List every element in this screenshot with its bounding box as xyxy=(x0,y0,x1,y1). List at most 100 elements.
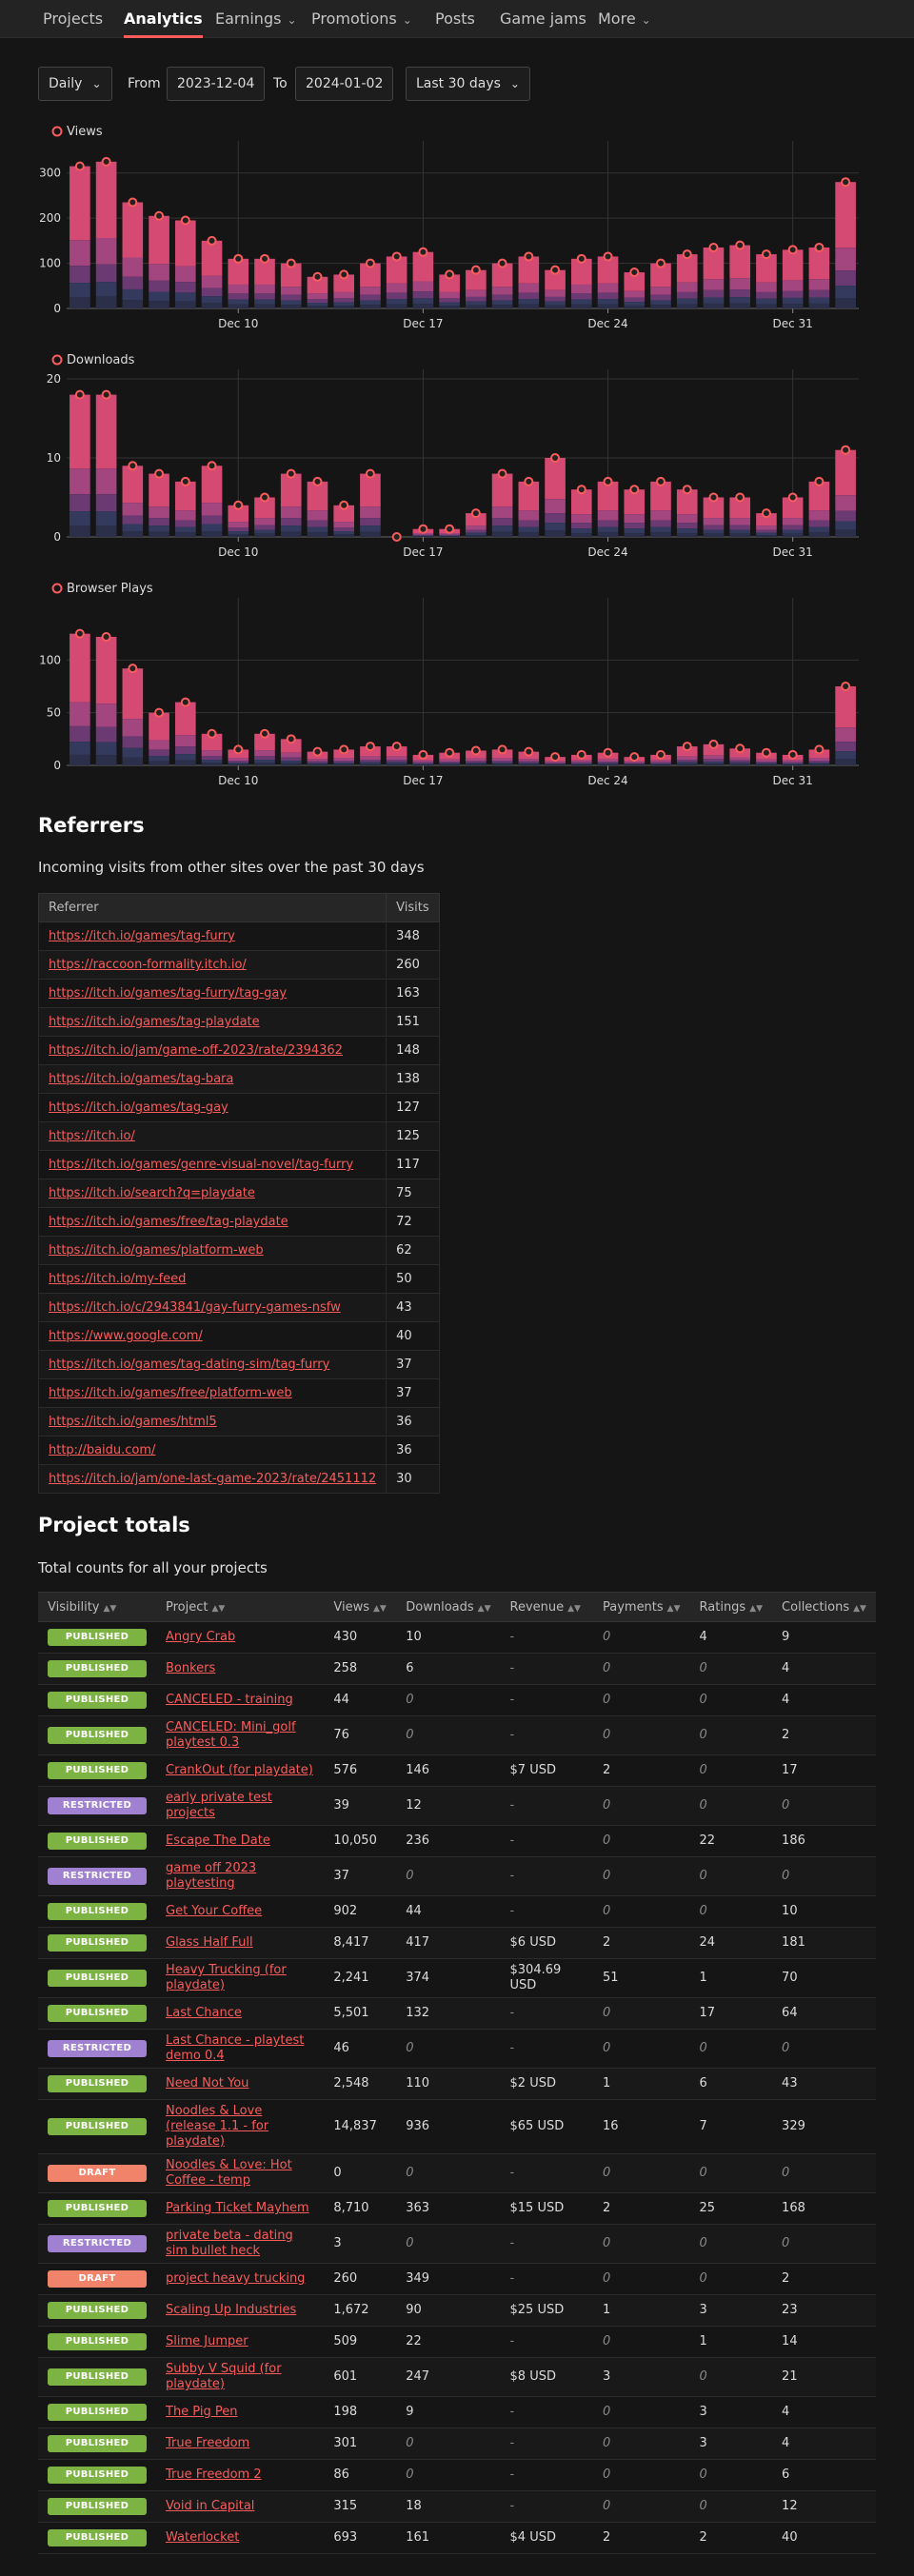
project-link[interactable]: project heavy trucking xyxy=(166,2271,305,2286)
bar[interactable] xyxy=(412,251,434,308)
bar[interactable] xyxy=(333,274,355,308)
bar[interactable] xyxy=(808,481,830,537)
project-link[interactable]: private beta - dating sim bullet heck xyxy=(166,2229,293,2258)
project-link[interactable]: game off 2023 playtesting xyxy=(166,1861,256,1891)
bar[interactable] xyxy=(174,220,196,308)
bar[interactable] xyxy=(597,481,619,537)
bar[interactable] xyxy=(782,249,804,308)
project-link[interactable]: True Freedom 2 xyxy=(166,2467,262,2482)
to-date-input[interactable]: 2024-01-02 xyxy=(295,67,394,101)
bar[interactable] xyxy=(597,256,619,308)
column-header-payments[interactable]: Payments ▲▼ xyxy=(592,1592,690,1622)
bar[interactable] xyxy=(386,256,407,308)
bar[interactable] xyxy=(518,481,540,537)
bar[interactable] xyxy=(122,466,144,537)
bar[interactable] xyxy=(676,254,698,308)
bar[interactable] xyxy=(201,240,223,308)
project-link[interactable]: Heavy Trucking (for playdate) xyxy=(166,1963,287,1992)
bar[interactable] xyxy=(624,272,646,308)
project-link[interactable]: CANCELED: Mini_golf playtest 0.3 xyxy=(166,1720,296,1750)
bar[interactable] xyxy=(70,166,90,308)
column-header-collections[interactable]: Collections ▲▼ xyxy=(772,1592,876,1622)
project-link[interactable]: The Pig Pen xyxy=(166,2405,237,2419)
referrer-link[interactable]: https://itch.io/games/tag-dating-sim/tag… xyxy=(49,1357,329,1372)
nav-item-posts[interactable]: Posts xyxy=(435,0,475,38)
project-link[interactable]: early private test projects xyxy=(166,1791,272,1820)
project-link[interactable]: True Freedom xyxy=(166,2436,249,2450)
project-link[interactable]: Angry Crab xyxy=(166,1630,235,1644)
bar[interactable] xyxy=(439,274,460,308)
project-link[interactable]: Need Not You xyxy=(166,2076,248,2091)
bar[interactable] xyxy=(70,633,90,765)
bar[interactable] xyxy=(149,215,169,308)
bar[interactable] xyxy=(149,712,169,765)
bar[interactable] xyxy=(729,245,751,308)
project-link[interactable]: Bonkers xyxy=(166,1661,215,1675)
bar[interactable] xyxy=(466,269,487,308)
referrer-link[interactable]: https://itch.io/my-feed xyxy=(49,1272,186,1286)
project-link[interactable]: Waterlocket xyxy=(166,2530,239,2545)
bar[interactable] xyxy=(491,473,513,537)
project-link[interactable]: Noodles & Love: Hot Coffee - temp xyxy=(166,2158,292,2188)
bar[interactable] xyxy=(254,258,275,308)
referrer-link[interactable]: https://itch.io/search?q=playdate xyxy=(49,1186,255,1200)
bar[interactable] xyxy=(545,458,566,537)
bar[interactable] xyxy=(518,256,540,308)
project-link[interactable]: Escape The Date xyxy=(166,1833,270,1848)
bar[interactable] xyxy=(491,263,513,308)
column-header-views[interactable]: Views ▲▼ xyxy=(324,1592,397,1622)
project-link[interactable]: CANCELED - training xyxy=(166,1693,293,1707)
project-link[interactable]: Noodles & Love (release 1.1 - for playda… xyxy=(166,2104,268,2149)
referrer-link[interactable]: https://itch.io/games/genre-visual-novel… xyxy=(49,1158,353,1172)
range-select[interactable]: Last 30 days ⌄ xyxy=(406,67,530,101)
bar[interactable] xyxy=(808,247,830,308)
referrer-link[interactable]: https://itch.io/games/tag-furry/tag-gay xyxy=(49,986,287,1001)
bar[interactable] xyxy=(703,247,725,308)
bar[interactable] xyxy=(570,489,592,537)
bar[interactable] xyxy=(174,702,196,765)
bar[interactable] xyxy=(201,466,223,537)
referrer-link[interactable]: https://itch.io/games/tag-gay xyxy=(49,1100,228,1115)
bar[interactable] xyxy=(174,481,196,537)
bar[interactable] xyxy=(95,636,117,765)
bar[interactable] xyxy=(703,497,725,538)
bar[interactable] xyxy=(650,481,671,537)
project-link[interactable]: Last Chance - playtest demo 0.4 xyxy=(166,2033,304,2063)
project-link[interactable]: Scaling Up Industries xyxy=(166,2303,296,2317)
referrer-link[interactable]: https://raccoon-formality.itch.io/ xyxy=(49,958,247,972)
referrer-link[interactable]: http://baidu.com/ xyxy=(49,1443,155,1457)
bar[interactable] xyxy=(254,497,275,538)
bar[interactable] xyxy=(835,686,856,765)
bar[interactable] xyxy=(650,263,671,308)
nav-item-promotions[interactable]: Promotions ⌄ xyxy=(311,0,412,38)
bar[interactable] xyxy=(756,254,777,308)
bar[interactable] xyxy=(570,258,592,308)
nav-item-projects[interactable]: Projects xyxy=(43,0,103,38)
column-header-project[interactable]: Project ▲▼ xyxy=(156,1592,325,1622)
bar[interactable] xyxy=(280,473,302,537)
nav-item-game-jams[interactable]: Game jams xyxy=(500,0,586,38)
bar[interactable] xyxy=(95,394,117,537)
referrer-link[interactable]: https://itch.io/games/tag-playdate xyxy=(49,1015,260,1029)
bar[interactable] xyxy=(545,269,566,308)
nav-item-more[interactable]: More ⌄ xyxy=(598,0,651,38)
bar[interactable] xyxy=(835,449,856,537)
bar[interactable] xyxy=(95,161,117,308)
project-link[interactable]: CrankOut (for playdate) xyxy=(166,1763,313,1777)
bar[interactable] xyxy=(360,473,381,537)
project-link[interactable]: Last Chance xyxy=(166,2006,242,2020)
nav-item-analytics[interactable]: Analytics xyxy=(124,0,203,38)
referrer-link[interactable]: https://itch.io/ xyxy=(49,1129,135,1143)
interval-select[interactable]: Daily ⌄ xyxy=(38,67,112,101)
referrer-link[interactable]: https://itch.io/jam/one-last-game-2023/r… xyxy=(49,1472,376,1486)
referrer-link[interactable]: https://itch.io/games/html5 xyxy=(49,1415,217,1429)
referrer-link[interactable]: https://itch.io/games/tag-furry xyxy=(49,929,235,943)
referrer-link[interactable]: https://itch.io/games/tag-bara xyxy=(49,1072,233,1086)
referrer-link[interactable]: https://itch.io/c/2943841/gay-furry-game… xyxy=(49,1300,341,1315)
project-link[interactable]: Void in Capital xyxy=(166,2499,254,2513)
bar[interactable] xyxy=(676,489,698,537)
bar[interactable] xyxy=(70,394,90,537)
nav-item-earnings[interactable]: Earnings ⌄ xyxy=(215,0,297,38)
bar[interactable] xyxy=(280,263,302,308)
bar[interactable] xyxy=(624,489,646,537)
